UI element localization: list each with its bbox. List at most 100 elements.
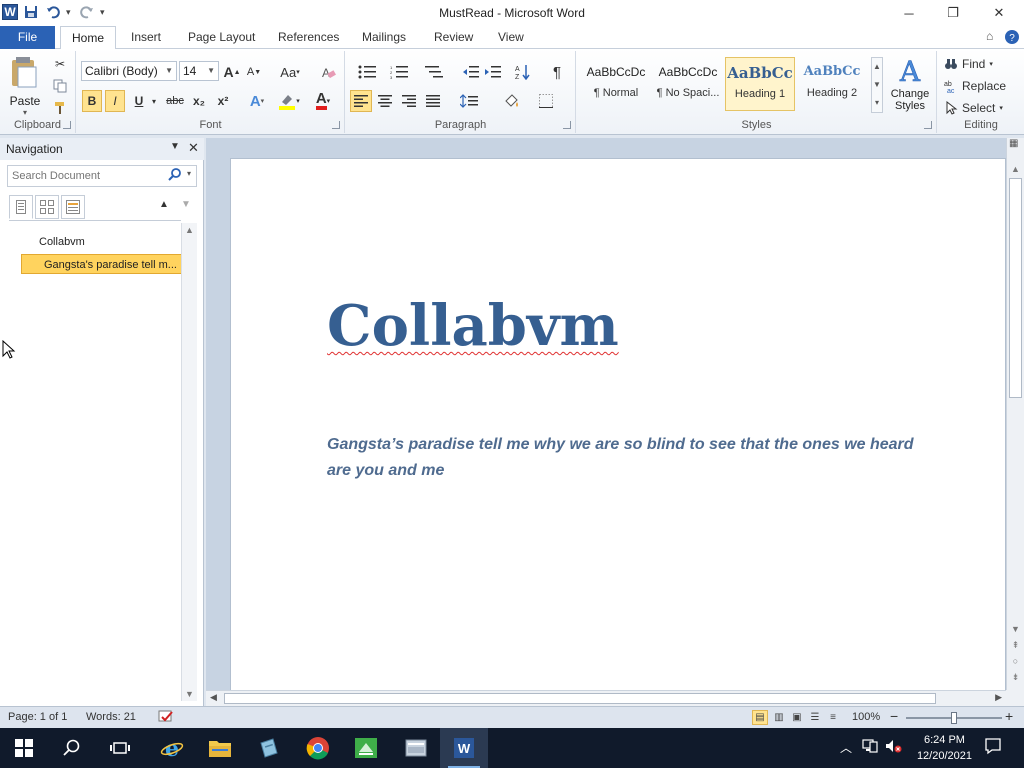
system-clock[interactable]: 6:24 PM 12/20/2021 (917, 732, 972, 764)
find-button[interactable]: Find ▾ (944, 53, 1014, 75)
zoom-slider[interactable] (906, 712, 1002, 724)
underline-dropdown-icon[interactable]: ▾ (149, 90, 159, 112)
style-normal[interactable]: AaBbCcDc ¶ Normal (581, 57, 651, 111)
help-icon[interactable]: ? (1004, 29, 1020, 48)
justify-icon[interactable] (422, 90, 444, 112)
internet-explorer-icon[interactable]: e (148, 728, 196, 768)
tab-mailings[interactable]: Mailings (351, 26, 417, 49)
change-styles-button[interactable]: A Change Styles (887, 55, 933, 115)
scroll-left-icon[interactable]: ◀ (210, 692, 217, 703)
tab-insert[interactable]: Insert (120, 26, 172, 49)
bold-button[interactable]: B (82, 90, 102, 112)
chrome-icon[interactable] (294, 728, 342, 768)
network-icon[interactable] (862, 739, 878, 756)
styles-launcher-icon[interactable] (924, 121, 932, 129)
style-heading-2[interactable]: AaBbCc Heading 2 (797, 57, 867, 111)
cut-icon[interactable]: ✂ (50, 53, 70, 75)
strikethrough-button[interactable]: abc (163, 90, 187, 112)
document-horizontal-scrollbar[interactable]: ◀ ▶ (206, 690, 1006, 706)
app-green-icon[interactable] (342, 728, 390, 768)
search-button[interactable] (48, 728, 96, 768)
tab-view[interactable]: View (487, 26, 535, 49)
search-icon[interactable] (168, 168, 182, 185)
grow-font-button[interactable]: A ▲ (223, 61, 241, 83)
maximize-button[interactable]: ❐ (930, 0, 976, 26)
line-spacing-icon[interactable] (456, 90, 484, 112)
font-family-select[interactable]: Calibri (Body) ▼ (81, 61, 177, 81)
select-button[interactable]: Select ▾ (944, 97, 1014, 119)
scroll-down-icon[interactable]: ▼ (182, 687, 197, 701)
document-body-text[interactable]: Gangsta’s paradise tell me why we are so… (327, 432, 937, 484)
shrink-font-button[interactable]: A ▼ (245, 61, 263, 83)
change-case-button[interactable]: Aa ▾ (277, 61, 303, 83)
clear-formatting-icon[interactable]: A (317, 61, 339, 83)
superscript-button[interactable]: x² (213, 90, 233, 112)
scroll-down-icon[interactable]: ▼ (1007, 622, 1024, 636)
tab-home[interactable]: Home (60, 26, 117, 50)
bullets-button[interactable] (354, 61, 382, 83)
previous-page-icon[interactable]: ⇞ (1007, 638, 1024, 652)
italic-button[interactable]: I (105, 90, 125, 112)
nav-options-chevron-down-icon[interactable]: ▼ (170, 141, 180, 152)
replace-button[interactable]: ab ac Replace (944, 75, 1014, 97)
full-screen-reading-icon[interactable]: ▥ (771, 710, 787, 725)
browse-headings-tab[interactable] (9, 195, 33, 219)
proofing-icon[interactable] (158, 709, 174, 728)
zoom-slider-thumb[interactable] (951, 712, 957, 724)
styles-scroll[interactable]: ▲ ▼ ▾ (871, 57, 883, 113)
borders-icon[interactable] (532, 90, 560, 112)
browse-results-tab[interactable] (61, 195, 85, 219)
copy-icon[interactable] (50, 75, 70, 97)
align-left-icon[interactable] (350, 90, 372, 112)
increase-indent-icon[interactable] (482, 61, 504, 83)
browse-pages-tab[interactable] (35, 195, 59, 219)
style-heading-1[interactable]: AaBbCc Heading 1 (725, 57, 795, 111)
next-page-icon[interactable]: ⇟ (1007, 670, 1024, 684)
subscript-button[interactable]: x₂ (189, 90, 209, 112)
next-heading-icon[interactable]: ▼ (181, 199, 191, 210)
nav-close-icon[interactable]: ✕ (188, 140, 199, 156)
highlight-button[interactable]: ▾ (275, 90, 303, 112)
scroll-thumb[interactable] (1009, 178, 1022, 398)
clipboard-launcher-icon[interactable] (63, 121, 71, 129)
close-button[interactable]: ✕ (976, 0, 1022, 26)
start-button[interactable] (0, 728, 48, 768)
paste-button[interactable]: Paste ▾ (6, 55, 44, 117)
microsoft-word-icon[interactable]: W (440, 728, 488, 768)
align-right-icon[interactable] (398, 90, 420, 112)
zoom-level[interactable]: 100% (852, 711, 880, 723)
document-heading[interactable]: Collabvm (327, 293, 619, 359)
scroll-right-icon[interactable]: ▶ (995, 692, 1002, 703)
select-browse-object-icon[interactable]: ○ (1007, 654, 1024, 668)
ruler-toggle-icon[interactable]: ▦ (1009, 138, 1023, 154)
document-vertical-scrollbar[interactable]: ▦ ▲ ▼ ⇞ ○ ⇟ (1006, 138, 1024, 690)
scroll-up-icon[interactable]: ▲ (182, 223, 197, 237)
show-formatting-button[interactable]: ¶ (546, 61, 568, 83)
paragraph-launcher-icon[interactable] (563, 121, 571, 129)
task-view-button[interactable] (96, 728, 144, 768)
app-window-icon[interactable] (392, 728, 440, 768)
document-page[interactable]: Collabvm Gangsta’s paradise tell me why … (230, 158, 1006, 690)
numbering-button[interactable]: 123 (386, 61, 414, 83)
decrease-indent-icon[interactable] (460, 61, 482, 83)
underline-button[interactable]: U (130, 90, 148, 112)
search-dropdown-icon[interactable]: ▾ (187, 169, 191, 178)
previous-heading-icon[interactable]: ▲ (159, 199, 169, 210)
multilevel-list-button[interactable] (420, 61, 448, 83)
zoom-in-button[interactable]: + (1005, 708, 1013, 724)
app-notepad-icon[interactable] (244, 728, 292, 768)
tab-review[interactable]: Review (423, 26, 484, 49)
notifications-icon[interactable] (984, 737, 1002, 758)
file-explorer-icon[interactable] (196, 728, 244, 768)
minimize-button[interactable]: ─ (886, 0, 932, 26)
volume-muted-icon[interactable] (885, 739, 903, 756)
tab-page-layout[interactable]: Page Layout (177, 26, 266, 49)
print-layout-icon[interactable]: ▤ (752, 710, 768, 725)
heading-item-selected[interactable]: Gangsta's paradise tell m... (21, 254, 186, 274)
web-layout-icon[interactable]: ▣ (789, 710, 805, 725)
scroll-up-icon[interactable]: ▲ (1007, 162, 1024, 176)
shading-icon[interactable] (498, 90, 526, 112)
format-painter-icon[interactable] (50, 97, 70, 119)
align-center-icon[interactable] (374, 90, 396, 112)
outline-view-icon[interactable]: ☰ (807, 710, 823, 725)
